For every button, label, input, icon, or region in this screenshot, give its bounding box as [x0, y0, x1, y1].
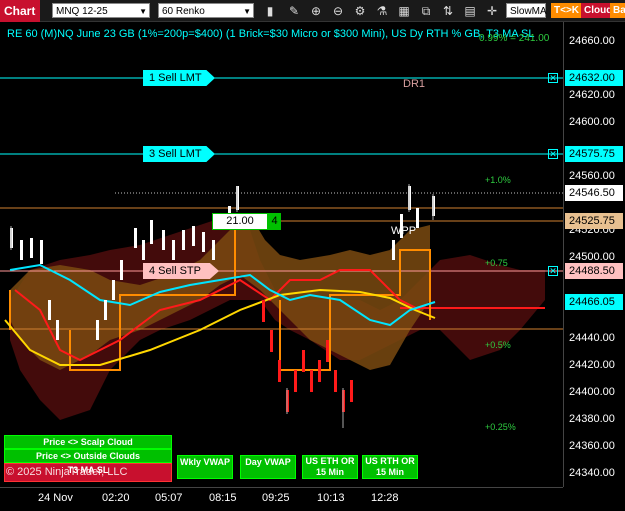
strategies-icon[interactable]: ▦: [396, 3, 412, 19]
pct-label-05: +0.5%: [485, 340, 511, 350]
vwap-price-tag: 24466.05: [565, 294, 623, 310]
zoom-in-icon[interactable]: ⊕: [308, 3, 324, 19]
sell-stp-4-tag[interactable]: 4 Sell STP: [143, 263, 219, 279]
chart-header: RE 60 (M)NQ June 23 GB (1%=200p=$400) (1…: [7, 28, 535, 40]
wpp-label: WPP: [391, 225, 417, 237]
data-box-icon[interactable]: ▤: [462, 3, 478, 19]
indicators-icon[interactable]: ⚗: [374, 3, 390, 19]
us-rth-or-button[interactable]: US RTH OR 15 Min: [362, 455, 418, 479]
price-tick: 24560.00: [569, 170, 615, 182]
chevron-down-icon: ▼: [139, 7, 147, 16]
indicator-select[interactable]: SlowMA: [506, 3, 547, 18]
period-value: 60 Renko: [162, 6, 205, 17]
pct-label-075: +0.75: [485, 258, 508, 268]
window-title: Chart: [0, 0, 40, 22]
price-tick: 24660.00: [569, 35, 615, 47]
chevron-down-icon: ▼: [243, 7, 251, 16]
position-pnl[interactable]: 21.00: [212, 213, 268, 230]
position-qty[interactable]: 4: [268, 213, 281, 230]
bar-toggle-button[interactable]: Ba: [610, 3, 625, 18]
price-tick: 24360.00: [569, 440, 615, 452]
cancel-order-4-icon[interactable]: ✕: [548, 266, 558, 276]
time-tick: 08:15: [209, 492, 237, 504]
zoom-out-icon[interactable]: ⊖: [330, 3, 346, 19]
crosshair-icon[interactable]: ✛: [484, 3, 500, 19]
tc-toggle-button[interactable]: T<>K: [551, 3, 583, 18]
price-tick: 24380.00: [569, 413, 615, 425]
time-tick: 09:25: [262, 492, 290, 504]
day-vwap-button[interactable]: Day VWAP: [240, 455, 296, 479]
indicator-select-value: SlowMA: [510, 6, 547, 17]
chart-toolbar: Chart MNQ 12-25 ▼ 60 Renko ▼ ▮ ✎ ⊕ ⊖ ⚙ ⚗…: [0, 0, 625, 22]
price-tick: 24600.00: [569, 116, 615, 128]
pct-label-1: +1.0%: [485, 175, 511, 185]
sell-stp-price-tag: 24488.50: [565, 263, 623, 279]
chart-plot-area[interactable]: ✕ ✕ ✕: [0, 22, 563, 487]
cancel-order-1-icon[interactable]: ✕: [548, 73, 558, 83]
price-tick: 24500.00: [569, 251, 615, 263]
instrument-select[interactable]: MNQ 12-25 ▼: [52, 3, 150, 18]
chart-header-right: 0.99% = 241.00: [479, 33, 550, 44]
sell-lmt-1-price-tag: 24632.00: [565, 70, 623, 86]
price-outside-clouds-button[interactable]: Price <> Outside Clouds: [4, 449, 172, 463]
price-tick: 24420.00: [569, 359, 615, 371]
price-tick: 24620.00: [569, 89, 615, 101]
copyright-text: © 2025 NinjaTrader, LLC: [6, 466, 128, 478]
time-tick: 02:20: [102, 492, 130, 504]
position-price-tag: 24525.75: [565, 213, 623, 229]
time-tick: 10:13: [317, 492, 345, 504]
instrument-value: MNQ 12-25: [56, 6, 108, 17]
time-tick: 05:07: [155, 492, 183, 504]
last-price-tag: 24546.50: [565, 185, 623, 201]
sell-lmt-1-tag[interactable]: 1 Sell LMT: [143, 70, 215, 86]
pct-label-025: +0.25%: [485, 422, 516, 432]
time-tick: 24 Nov: [38, 492, 73, 504]
chart-trader-icon[interactable]: ⇅: [440, 3, 456, 19]
period-select[interactable]: 60 Renko ▼: [158, 3, 254, 18]
cancel-order-3-icon[interactable]: ✕: [548, 149, 558, 159]
price-tick: 24400.00: [569, 386, 615, 398]
price-scalp-cloud-button[interactable]: Price <> Scalp Cloud: [4, 435, 172, 449]
price-tick: 24440.00: [569, 332, 615, 344]
bar-type-icon[interactable]: ▮: [262, 3, 278, 19]
chart-canvas: [0, 77, 563, 428]
price-tick: 24340.00: [569, 467, 615, 479]
templates-icon[interactable]: ⧉: [418, 3, 434, 19]
sell-lmt-3-tag[interactable]: 3 Sell LMT: [143, 146, 215, 162]
wkly-vwap-button[interactable]: Wkly VWAP: [177, 455, 233, 479]
draw-tools-icon[interactable]: ✎: [286, 3, 302, 19]
properties-icon[interactable]: ⚙: [352, 3, 368, 19]
us-eth-or-button[interactable]: US ETH OR 15 Min: [302, 455, 358, 479]
time-tick: 12:28: [371, 492, 399, 504]
dr1-label: DR1: [403, 78, 426, 90]
sell-lmt-3-price-tag: 24575.75: [565, 146, 623, 162]
